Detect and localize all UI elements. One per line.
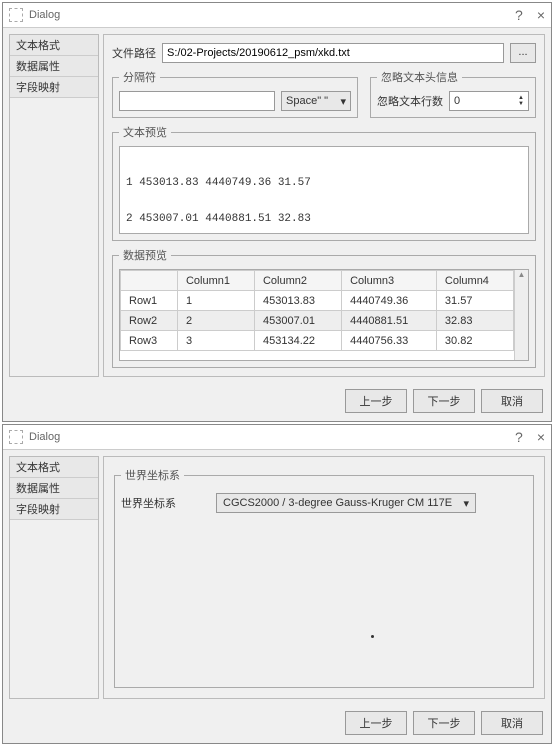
spin-down-icon[interactable]: ▼ [518,101,524,107]
sidebar-item-data-properties[interactable]: 数据属性 [10,56,98,77]
crs-group-legend: 世界坐标系 [121,467,184,483]
window-title: Dialog [29,9,515,21]
sidebar: 文本格式 数据属性 字段映射 [9,456,99,699]
col-header[interactable] [121,271,178,291]
dialog-step2: Dialog ? × 文本格式 数据属性 字段映射 世界坐标系 世界坐标系 CG… [2,424,552,744]
scroll-up-icon[interactable]: ▲ [515,270,528,279]
help-button[interactable]: ? [515,7,523,23]
delimiter-select[interactable]: Space" " [281,91,351,111]
close-button[interactable]: × [537,7,545,23]
sidebar-item-field-mapping[interactable]: 字段映射 [10,499,98,520]
delimiter-group: 分隔符 Space" " [112,69,358,118]
skip-rows-input[interactable]: 0 ▲▼ [449,91,529,111]
col-header[interactable]: Column2 [254,271,341,291]
delimiter-input[interactable] [119,91,275,111]
browse-button[interactable]: ... [510,43,536,63]
data-preview-group: 数据预览 Column1 Column2 Column3 Column4 Ro [112,247,536,368]
sidebar: 文本格式 数据属性 字段映射 [9,34,99,377]
window-title: Dialog [29,431,515,443]
titlebar[interactable]: Dialog ? × [3,425,551,450]
crs-label: 世界坐标系 [121,495,176,511]
table-row[interactable]: Row2 2 453007.01 4440881.51 32.83 [121,311,514,331]
header-group: 忽略文本头信息 忽略文本行数 0 ▲▼ [370,69,536,118]
next-button[interactable]: 下一步 [413,389,475,413]
sidebar-item-data-properties[interactable]: 数据属性 [10,478,98,499]
app-icon [9,430,23,444]
preview-line: 2 453007.01 4440881.51 32.83 [126,213,522,225]
file-path-input[interactable] [162,43,504,63]
app-icon [9,8,23,22]
sidebar-item-field-mapping[interactable]: 字段映射 [10,77,98,98]
col-header[interactable]: Column3 [342,271,437,291]
crs-select[interactable]: CGCS2000 / 3-degree Gauss-Kruger CM 117E [216,493,476,513]
text-preview-group: 文本预览 1 453013.83 4440749.36 31.57 2 4530… [112,124,536,241]
cancel-button[interactable]: 取消 [481,711,543,735]
table-row[interactable]: Row1 1 453013.83 4440749.36 31.57 [121,291,514,311]
titlebar[interactable]: Dialog ? × [3,3,551,28]
col-header[interactable]: Column4 [436,271,513,291]
header-legend: 忽略文本头信息 [377,69,462,85]
col-header[interactable]: Column1 [177,271,254,291]
data-preview-legend: 数据预览 [119,247,171,263]
crs-group: 世界坐标系 世界坐标系 CGCS2000 / 3-degree Gauss-Kr… [114,467,534,688]
text-preview-legend: 文本预览 [119,124,171,140]
sidebar-item-text-format[interactable]: 文本格式 [10,35,98,56]
sidebar-item-text-format[interactable]: 文本格式 [10,457,98,478]
cancel-button[interactable]: 取消 [481,389,543,413]
delimiter-legend: 分隔符 [119,69,160,85]
table-row[interactable]: Row3 3 453134.22 4440756.33 30.82 [121,331,514,351]
prev-button[interactable]: 上一步 [345,389,407,413]
prev-button[interactable]: 上一步 [345,711,407,735]
preview-line: 1 453013.83 4440749.36 31.57 [126,177,522,189]
cursor-dot [371,635,374,638]
next-button[interactable]: 下一步 [413,711,475,735]
close-button[interactable]: × [537,429,545,445]
help-button[interactable]: ? [515,429,523,445]
skip-rows-label: 忽略文本行数 [377,93,443,109]
scrollbar[interactable]: ▲ [514,270,528,360]
file-path-label: 文件路径 [112,45,156,61]
data-preview-table[interactable]: Column1 Column2 Column3 Column4 Row1 1 4… [119,269,529,361]
dialog-step1: Dialog ? × 文本格式 数据属性 字段映射 文件路径 ... 分隔符 [2,2,552,422]
text-preview-box[interactable]: 1 453013.83 4440749.36 31.57 2 453007.01… [119,146,529,234]
